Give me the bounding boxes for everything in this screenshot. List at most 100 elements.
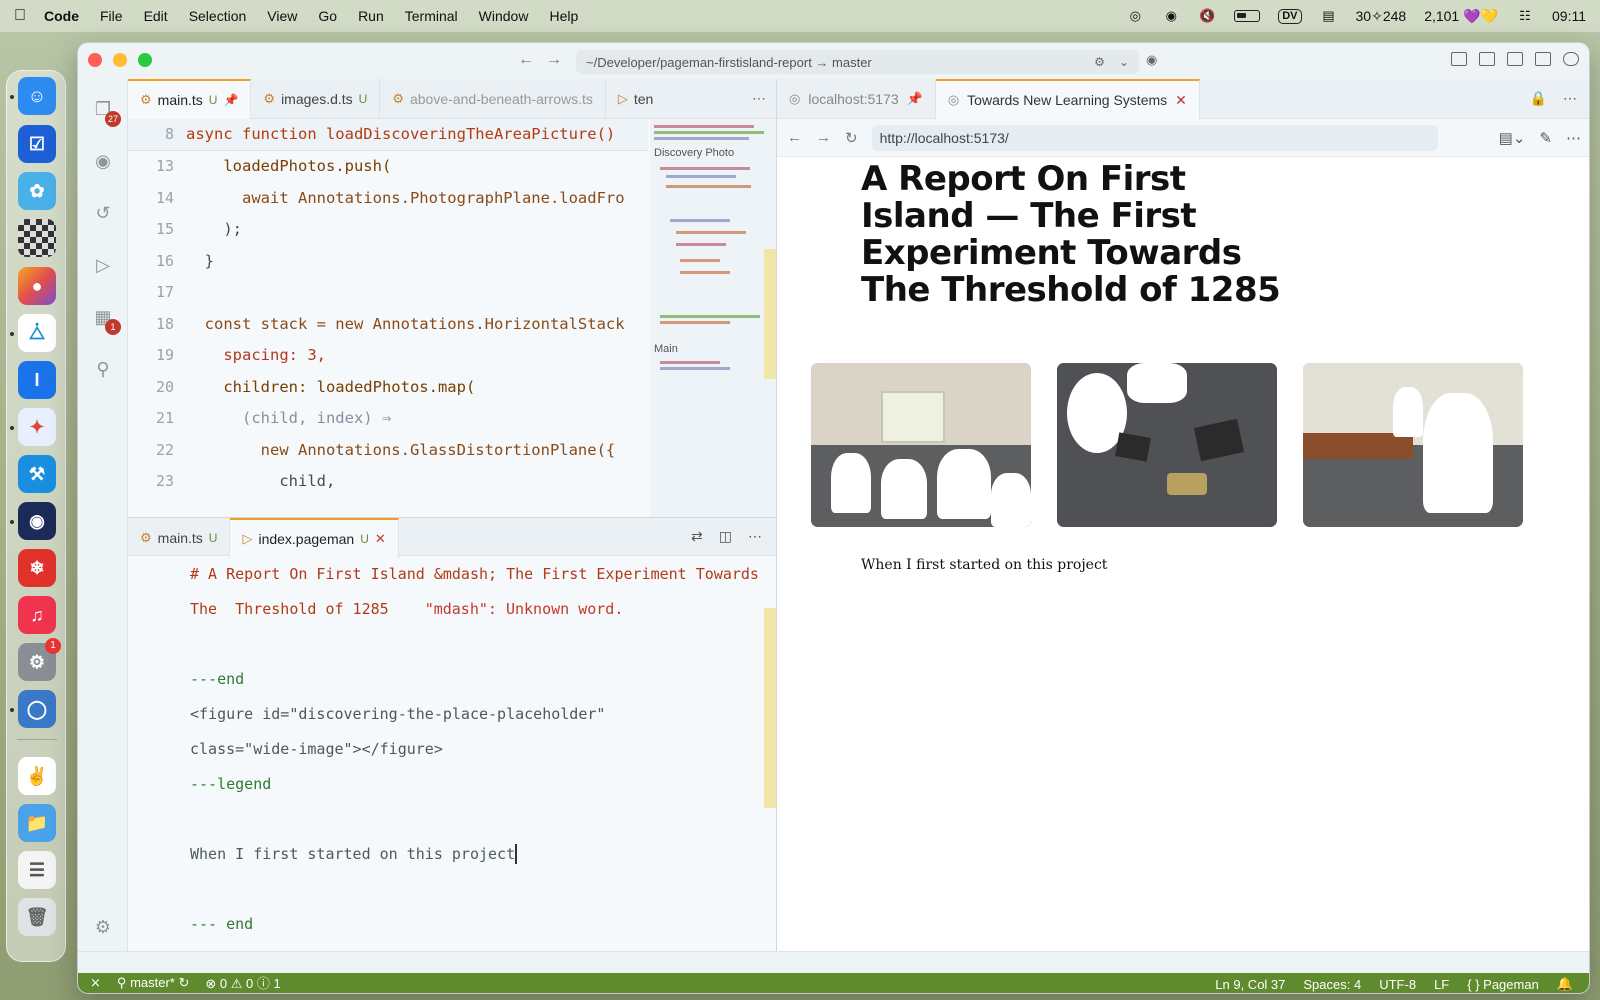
clover-app-icon[interactable]: ✿ (18, 172, 56, 210)
tab-index-pageman[interactable]: ▷ index.pageman U ✕ (230, 518, 399, 558)
page-tools-icon[interactable]: ✎ (1539, 129, 1552, 147)
mascot-app-icon[interactable]: ✌ (18, 757, 56, 795)
encoding[interactable]: UTF-8 (1379, 977, 1416, 992)
extensions-icon[interactable]: ▦ 1 (91, 305, 121, 335)
problems-item[interactable]: ⊗ 0 ⚠ 0 ⓘ 1 (205, 973, 280, 992)
apple-icon[interactable]:  (14, 7, 44, 25)
counter-text[interactable]: 30✧248 (1356, 8, 1407, 25)
battery-icon[interactable] (1234, 10, 1261, 22)
back-arrow-icon[interactable]: ← (787, 129, 802, 146)
menu-run[interactable]: Run (358, 8, 384, 24)
indentation[interactable]: Spaces: 4 (1303, 977, 1361, 992)
source-control-icon[interactable]: ⚲ (91, 357, 115, 381)
close-tab-icon[interactable]: ✕ (375, 531, 386, 547)
code-line[interactable]: The Threshold of 1285 "mdash": Unknown wo… (190, 591, 750, 626)
code-line[interactable] (190, 626, 750, 661)
snowflake-app-icon[interactable]: ❄ (18, 549, 56, 587)
code-line[interactable] (190, 871, 750, 906)
mute-icon[interactable]: 🔇 (1198, 9, 1216, 23)
menu-app[interactable]: Code (44, 8, 79, 24)
code-line[interactable]: 19 spacing: 3, (128, 340, 648, 372)
more-actions-icon[interactable]: ⋯ (1566, 129, 1581, 147)
code-line[interactable]: # A Report On First Island &mdash; The F… (190, 556, 759, 591)
ghost-app-icon[interactable]: ◉ (18, 502, 56, 540)
reload-icon[interactable]: ↻ (845, 129, 858, 147)
pixelmator-icon[interactable]: ● (18, 267, 56, 305)
code-line[interactable]: 13 loadedPhotos.push( (128, 151, 648, 183)
code-line[interactable]: When I first started on this project (190, 836, 750, 871)
xcode-hammer-icon[interactable]: ⚒ (18, 455, 56, 493)
branch-item[interactable]: ⚲ master* ↻ (117, 975, 189, 991)
toggle-sidebar-icon[interactable] (1479, 52, 1495, 66)
menu-help[interactable]: Help (549, 8, 578, 24)
lock-icon[interactable]: 🔒 (1530, 90, 1547, 107)
document-icon[interactable]: ☰ (18, 851, 56, 889)
close-tab-icon[interactable]: ✕ (1175, 92, 1187, 109)
menu-terminal[interactable]: Terminal (405, 8, 458, 24)
code-line[interactable]: 20 children: loadedPhotos.map( (128, 371, 648, 403)
back-arrow-icon[interactable]: ← (518, 51, 534, 69)
code-line[interactable]: <figure id="discovering-the-place-placeh… (190, 696, 750, 731)
code-line[interactable]: 22 new Annotations.GlassDistortionPlane(… (128, 434, 648, 466)
run-debug-icon[interactable]: ▷ (91, 253, 115, 277)
copilot-icon[interactable]: ⚙ (1094, 55, 1105, 69)
checker-app-icon[interactable] (18, 219, 56, 257)
customize-layout-icon[interactable] (1451, 52, 1467, 66)
manage-gear-icon[interactable]: ⚙ (91, 915, 115, 939)
finder-icon[interactable]: ☺ (18, 77, 56, 115)
code-line[interactable]: 15 ); (128, 214, 648, 246)
tasks-icon[interactable]: ☑ (18, 125, 56, 163)
code-line[interactable]: 23 child, (128, 466, 648, 498)
music-icon[interactable]: ♫ (18, 596, 56, 634)
menu-view[interactable]: View (267, 8, 297, 24)
star-app-icon[interactable]: ✦ (18, 408, 56, 446)
code-line[interactable]: class="wide-image"></figure> (190, 731, 750, 766)
split-editor-icon[interactable]: ◫ (719, 528, 732, 545)
maximize-window-button[interactable] (138, 53, 152, 67)
toggle-panel-icon[interactable] (1507, 52, 1523, 66)
code-line[interactable]: --- end (190, 906, 750, 941)
language-mode[interactable]: { } Pageman (1467, 977, 1539, 992)
disk-app-icon[interactable]: ◯ (18, 690, 56, 728)
timeline-icon[interactable]: ↺ (91, 201, 115, 225)
code-line[interactable]: ---legend (190, 766, 750, 801)
forward-arrow-icon[interactable]: → (816, 129, 831, 146)
dv-badge[interactable]: DV (1278, 8, 1302, 24)
menu-selection[interactable]: Selection (189, 8, 247, 24)
pin-icon[interactable]: 📌 (907, 91, 923, 107)
globe-icon[interactable] (1563, 52, 1579, 66)
code-line[interactable]: 18 const stack = new Annotations.Horizon… (128, 308, 648, 340)
code-line[interactable]: 21 (child, index) ⇒ (128, 403, 648, 435)
tab-ten[interactable]: ▷ ten (606, 79, 657, 119)
code-line[interactable]: 14 await Annotations.PhotographPlane.loa… (128, 182, 648, 214)
minimize-window-button[interactable] (113, 53, 127, 67)
more-actions-icon[interactable]: ⋯ (748, 528, 762, 545)
explorer-icon[interactable]: ❐ 27 (91, 97, 121, 127)
forward-arrow-icon[interactable]: → (546, 51, 562, 69)
pin-icon[interactable]: 📌 (223, 93, 238, 107)
command-center[interactable]: ~/Developer/pageman-firstisland-report →… (576, 50, 1139, 74)
airdrop-icon[interactable]: ◎ (1126, 9, 1144, 23)
chevron-down-icon[interactable]: ⌄ (1119, 55, 1129, 69)
score-text[interactable]: 2,101 💜💛 (1424, 8, 1498, 25)
more-actions-icon[interactable]: ⋯ (1563, 90, 1577, 107)
system-settings-icon[interactable]: ⚙ 1 (18, 638, 61, 681)
code-line[interactable]: ---end (190, 661, 750, 696)
close-window-button[interactable] (88, 53, 102, 67)
menu-edit[interactable]: Edit (144, 8, 168, 24)
menu-window[interactable]: Window (479, 8, 529, 24)
sticky-scroll-line[interactable]: 8 async function loadDiscoveringTheAreaP… (128, 119, 648, 151)
keyboard-icon[interactable]: ▤ (1320, 9, 1338, 23)
minimap[interactable]: Discovery Photo Main (650, 119, 776, 517)
tab-main-ts[interactable]: ⚙ main.ts U 📌 (128, 79, 252, 119)
tab-arrows-ts[interactable]: ⚙ above-and-beneath-arrows.ts (380, 79, 606, 119)
palette-icon[interactable]: ◉ (1162, 9, 1180, 23)
pageman-editor[interactable]: # A Report On First Island &mdash; The F… (190, 556, 759, 941)
tab-towards-new-learning[interactable]: ◎ Towards New Learning Systems ✕ (935, 79, 1200, 119)
code-line[interactable]: 16 } (128, 245, 648, 277)
toggle-secondary-sidebar-icon[interactable] (1535, 52, 1551, 66)
vscode-icon[interactable]: ⧊ (18, 314, 56, 352)
copilot-chat-icon[interactable]: ◉ (91, 149, 115, 173)
clock[interactable]: 09:11 (1552, 8, 1586, 24)
code-editor[interactable]: 8 async function loadDiscoveringTheAreaP… (128, 119, 648, 497)
